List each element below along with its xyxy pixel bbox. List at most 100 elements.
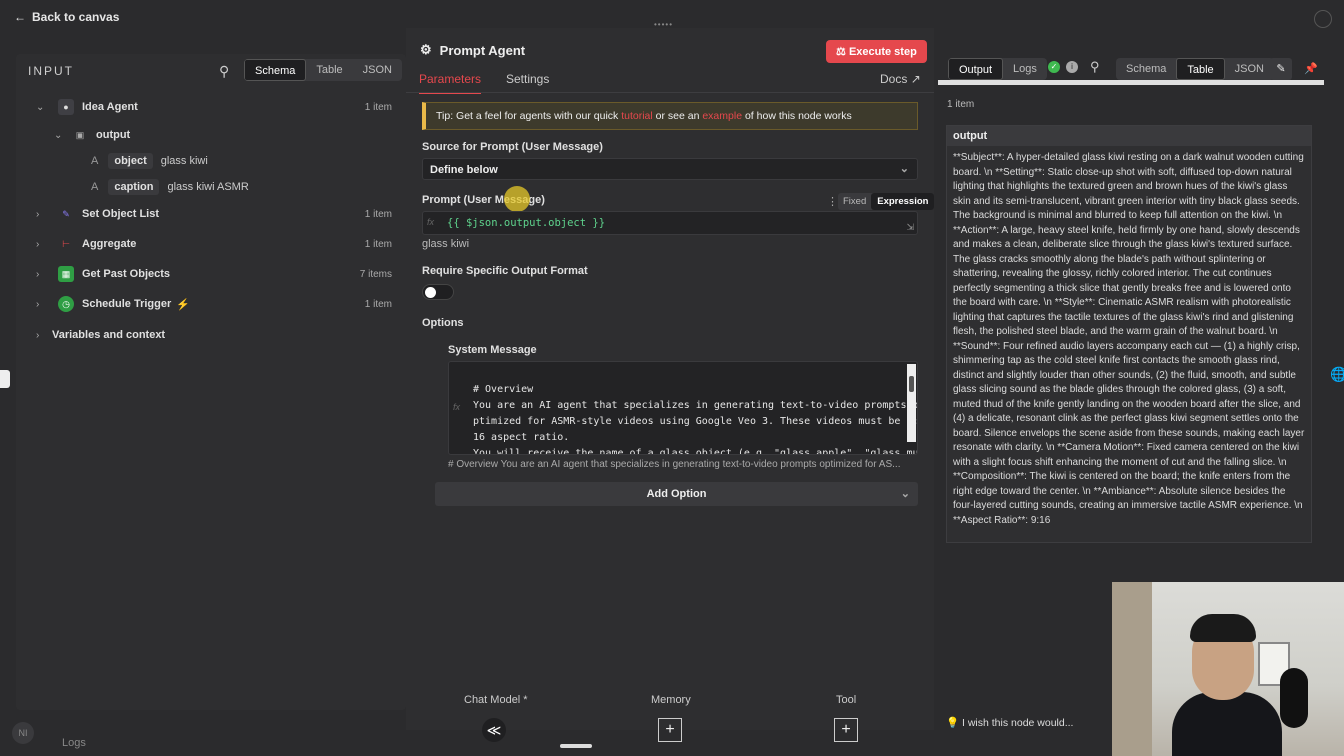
tab-settings[interactable]: Settings	[506, 72, 549, 86]
execute-label: Execute step	[848, 46, 917, 58]
tree-node-get-past-objects[interactable]: › ▦ Get Past Objects 7 items	[16, 262, 406, 286]
input-title: INPUT	[28, 64, 74, 78]
input-view-json[interactable]: JSON	[353, 59, 402, 81]
output-item-count: 1 item	[947, 99, 975, 110]
options-label: Options	[422, 317, 464, 329]
output-view-switch: Schema Table JSON	[1116, 58, 1274, 80]
add-tool-button[interactable]: +	[834, 718, 858, 742]
back-to-canvas-button[interactable]: ← Back to canvas	[14, 10, 119, 24]
fx-icon: fx	[453, 402, 461, 412]
tree-label: Aggregate	[82, 238, 137, 250]
person-hair	[1190, 614, 1256, 642]
chat-model-icon[interactable]: ≪	[482, 718, 506, 742]
person-shirt	[1172, 692, 1282, 756]
info-icon[interactable]: i	[1066, 61, 1078, 73]
docs-link[interactable]: Docs ↗	[880, 72, 921, 86]
robot-icon: ●	[58, 99, 74, 115]
pin-data-button[interactable]: 📌	[1300, 58, 1322, 80]
feedback-prompt[interactable]: 💡 I wish this node would...	[946, 716, 1073, 729]
input-view-table[interactable]: Table	[306, 59, 352, 81]
close-icon[interactable]	[1314, 10, 1332, 28]
require-format-toggle[interactable]	[422, 284, 454, 300]
tab-output[interactable]: Output	[948, 58, 1004, 80]
edit-output-button[interactable]: ✎	[1270, 58, 1292, 80]
system-line: You will receive the name of a glass obj…	[473, 448, 918, 455]
tree-node-idea-agent[interactable]: ⌄ ● Idea Agent 1 item	[16, 95, 406, 119]
output-view-json[interactable]: JSON	[1225, 58, 1274, 80]
feedback-label: I wish this node would...	[962, 717, 1074, 729]
search-icon[interactable]: ⚲	[1090, 59, 1100, 75]
lightbulb-icon: 💡	[946, 717, 960, 729]
tree-node-set-object-list[interactable]: › ✎ Set Object List 1 item	[16, 202, 406, 226]
webcam-overlay	[1112, 582, 1344, 756]
system-message-editor[interactable]: fx # Overview You are an AI agent that sp…	[448, 361, 918, 455]
source-select[interactable]: Define below ⌄	[422, 158, 918, 180]
expand-icon[interactable]: ⇲	[906, 222, 914, 233]
field-key[interactable]: object	[108, 153, 153, 169]
drag-handle-icon[interactable]: •••••	[654, 20, 686, 30]
output-view-schema[interactable]: Schema	[1116, 58, 1176, 80]
chat-model-label: Chat Model *	[464, 694, 528, 706]
mode-switch: Fixed Expression	[838, 193, 935, 210]
tabs-divider	[406, 92, 934, 93]
execute-step-button[interactable]: ⚖ Execute step	[826, 40, 927, 63]
input-view-schema[interactable]: Schema	[244, 59, 307, 81]
mode-expression[interactable]: Expression	[871, 193, 935, 210]
tip-prefix: Tip: Get a feel for agents with our quic…	[436, 110, 622, 122]
scrollbar-thumb[interactable]	[909, 376, 914, 392]
output-cell-text: **Subject**: A hyper-detailed glass kiwi…	[953, 152, 1305, 526]
search-icon[interactable]: ⚲	[219, 63, 229, 80]
back-label: Back to canvas	[32, 10, 120, 24]
prompt-expression: {{ $json.output.object }}	[447, 217, 606, 229]
tab-logs[interactable]: Logs	[1003, 58, 1047, 80]
tab-parameters[interactable]: Parameters	[419, 72, 482, 94]
tree-node-schedule-trigger[interactable]: › ◷ Schedule Trigger ⚡ 1 item	[16, 292, 406, 316]
arrow-left-icon: ←	[14, 10, 26, 24]
background-shelf	[1112, 582, 1152, 756]
mode-fixed[interactable]: Fixed	[838, 193, 871, 210]
example-link[interactable]: example	[702, 110, 742, 122]
tree-node-output[interactable]: ⌄ ▣ output	[16, 123, 406, 147]
field-value: glass kiwi ASMR	[167, 181, 249, 193]
input-view-switch: Schema Table JSON	[244, 59, 402, 81]
globe-icon[interactable]: 🌐	[1330, 366, 1344, 390]
source-value: Define below	[430, 164, 498, 176]
tip-mid: or see an	[652, 110, 703, 122]
scrollbar[interactable]	[907, 364, 916, 442]
system-line: You are an AI agent that specializes in …	[473, 400, 918, 411]
source-label: Source for Prompt (User Message)	[422, 141, 603, 153]
output-view-table[interactable]: Table	[1176, 58, 1225, 80]
tutorial-link[interactable]: tutorial	[621, 110, 653, 122]
tree-field-caption[interactable]: A caption glass kiwi ASMR	[16, 175, 406, 199]
chevron-down-icon: ⌄	[36, 101, 45, 113]
chevron-down-icon: ⌄	[54, 129, 63, 141]
memory-label: Memory	[651, 694, 691, 706]
logs-link[interactable]: Logs	[62, 737, 86, 749]
prompt-expression-input[interactable]: fx {{ $json.output.object }} ⇲	[422, 211, 918, 235]
output-column-header: output	[947, 126, 1311, 146]
chevron-right-icon: ›	[36, 208, 40, 220]
side-toggle-icon[interactable]	[0, 370, 10, 388]
tree-field-object[interactable]: A object glass kiwi	[16, 149, 406, 173]
tree-node-variables[interactable]: › Variables and context	[16, 323, 406, 347]
chevron-right-icon: ›	[36, 268, 40, 280]
chevron-down-icon: ⌄	[899, 163, 909, 175]
trigger-bolt-icon: ⚡	[176, 298, 190, 311]
more-options-icon[interactable]: ⋮	[827, 195, 838, 208]
aggregate-icon: ⊢	[62, 238, 70, 249]
output-table: output **Subject**: A hyper-detailed gla…	[946, 125, 1312, 543]
tree-node-aggregate[interactable]: › ⊢ Aggregate 1 item	[16, 232, 406, 256]
add-option-button[interactable]: Add Option ⌄	[435, 482, 918, 506]
tree-count: 1 item	[364, 238, 392, 250]
field-key[interactable]: caption	[108, 179, 160, 195]
tree-label: Get Past Objects	[82, 268, 171, 280]
flask-icon: ⚖	[836, 46, 846, 58]
clock-icon: ◷	[58, 296, 74, 312]
horizontal-scrollbar[interactable]	[938, 80, 1324, 85]
system-message-label: System Message	[448, 344, 537, 356]
pencil-icon: ✎	[62, 208, 70, 219]
resize-handle[interactable]	[560, 744, 592, 748]
avatar[interactable]: NI	[12, 722, 34, 744]
tip-banner: Tip: Get a feel for agents with our quic…	[422, 102, 918, 130]
add-memory-button[interactable]: +	[658, 718, 682, 742]
